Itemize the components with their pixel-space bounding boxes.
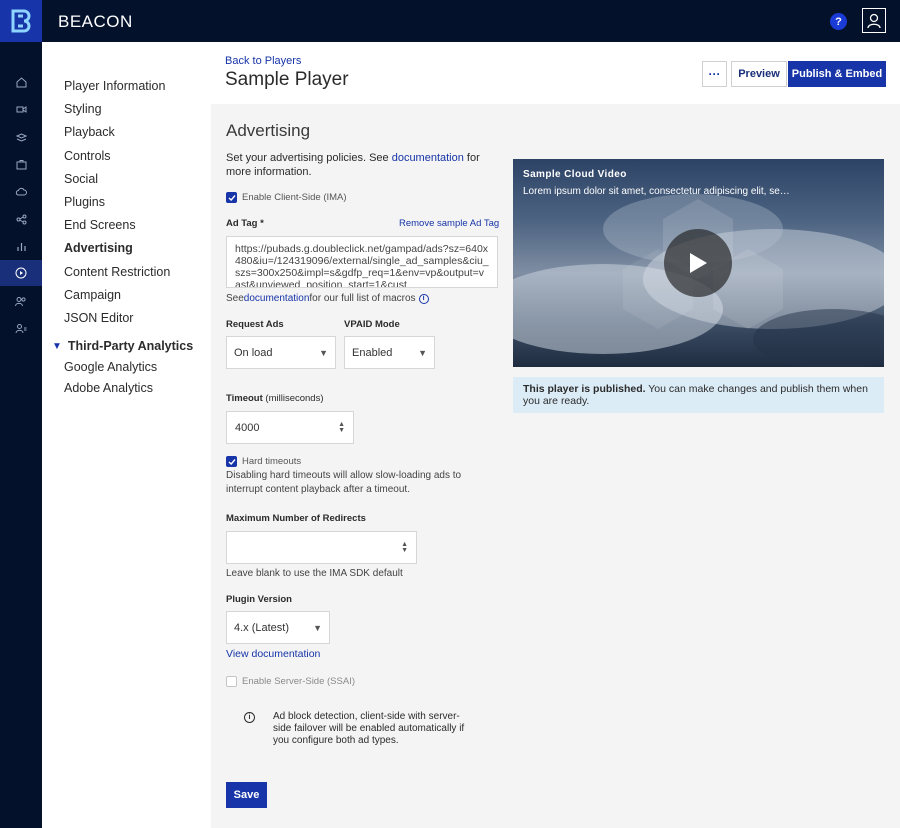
ad-block-note: Ad block detection, client-side with ser… xyxy=(273,711,465,746)
server-side-label: Enable Server-Side (SSAI) xyxy=(242,676,355,687)
nav-item-playback[interactable]: Playback xyxy=(64,125,115,139)
timeout-value: 4000 xyxy=(235,421,260,434)
nav-item-player-information[interactable]: Player Information xyxy=(64,79,165,93)
home-icon[interactable] xyxy=(0,69,42,95)
nav-group-third-party-analytics[interactable]: ▼ Third-Party Analytics xyxy=(52,339,193,353)
brand-name: BEACON xyxy=(58,12,133,31)
advertising-panel: Advertising Set your advertising policie… xyxy=(211,104,900,828)
nav-item-campaign[interactable]: Campaign xyxy=(64,288,121,302)
macros-prefix: See xyxy=(226,293,244,304)
request-ads-label: Request Ads xyxy=(226,319,284,330)
client-side-checkbox[interactable] xyxy=(226,192,237,203)
hard-timeouts-help: Disabling hard timeouts will allow slow-… xyxy=(226,470,462,495)
vpaid-mode-select[interactable]: Enabled ▼ xyxy=(344,336,435,369)
nav-item-json-editor[interactable]: JSON Editor xyxy=(64,311,133,325)
more-options-button[interactable]: ··· xyxy=(702,61,727,87)
plugin-version-select[interactable]: 4.x (Latest) ▼ xyxy=(226,611,330,644)
macros-help: See documentation for our full list of m… xyxy=(226,293,429,304)
ad-tag-textarea[interactable]: https://pubads.g.doubleclick.net/gampad/… xyxy=(226,236,498,288)
nav-item-advertising[interactable]: Advertising xyxy=(64,241,133,255)
play-icon xyxy=(690,253,707,273)
stepper-arrows-icon[interactable]: ▲ ▼ xyxy=(338,421,345,434)
dropdown-arrow-icon: ▼ xyxy=(319,347,328,358)
section-title: Advertising xyxy=(226,121,311,140)
back-to-players-link[interactable]: Back to Players xyxy=(225,55,301,67)
help-button[interactable]: ? xyxy=(830,13,847,30)
nav-item-adobe-analytics[interactable]: Adobe Analytics xyxy=(64,381,153,395)
video-description: Lorem ipsum dolor sit amet, consectetur … xyxy=(523,186,790,197)
plugin-version-value: 4.x (Latest) xyxy=(234,621,290,634)
hard-timeouts-checkbox[interactable] xyxy=(226,456,237,467)
view-documentation-link[interactable]: View documentation xyxy=(226,648,320,660)
plugin-version-label: Plugin Version xyxy=(226,594,292,605)
top-bar: BEACON ? xyxy=(0,0,900,42)
briefcase-icon[interactable] xyxy=(0,151,42,177)
user-icon xyxy=(867,13,881,28)
client-side-label: Enable Client-Side (IMA) xyxy=(242,192,347,203)
timeout-label: Timeout (milliseconds) xyxy=(226,393,324,404)
layers-icon[interactable] xyxy=(0,124,42,150)
published-bold: This player is published. xyxy=(523,383,646,395)
chevron-down-icon: ▼ xyxy=(52,340,62,352)
nav-item-social[interactable]: Social xyxy=(64,172,98,186)
nav-item-google-analytics[interactable]: Google Analytics xyxy=(64,360,157,374)
intro-documentation-link[interactable]: documentation xyxy=(392,152,464,164)
check-icon xyxy=(228,194,236,201)
hard-timeouts-checkbox-row[interactable]: Hard timeouts xyxy=(226,456,301,467)
timeout-unit: (milliseconds) xyxy=(265,393,324,404)
published-notice: This player is published. You can make c… xyxy=(513,377,884,413)
nav-item-plugins[interactable]: Plugins xyxy=(64,195,105,209)
user-account-button[interactable] xyxy=(862,8,886,33)
hard-timeouts-label: Hard timeouts xyxy=(242,456,302,467)
max-redirects-help: Leave blank to use the IMA SDK default xyxy=(226,568,403,579)
publish-embed-button[interactable]: Publish & Embed xyxy=(788,61,886,87)
dropdown-arrow-icon: ▼ xyxy=(418,347,427,358)
analytics-icon[interactable] xyxy=(0,233,42,259)
request-ads-select[interactable]: On load ▼ xyxy=(226,336,336,369)
nav-item-end-screens[interactable]: End Screens xyxy=(64,218,136,232)
intro-text: Set your advertising policies. See docum… xyxy=(226,151,496,179)
max-redirects-input[interactable]: ▲ ▼ xyxy=(226,531,417,564)
player-settings-nav: Player Information Styling Playback Cont… xyxy=(42,42,211,828)
save-button[interactable]: Save xyxy=(226,782,267,808)
users-icon[interactable] xyxy=(0,288,42,314)
nav-item-controls[interactable]: Controls xyxy=(64,149,111,163)
page-title: Sample Player xyxy=(225,69,349,90)
nav-item-styling[interactable]: Styling xyxy=(64,102,102,116)
ad-tag-label: Ad Tag * xyxy=(226,218,264,229)
video-player-preview[interactable]: Sample Cloud Video Lorem ipsum dolor sit… xyxy=(513,159,884,367)
macros-documentation-link[interactable]: documentation xyxy=(244,293,310,304)
max-redirects-label: Maximum Number of Redirects xyxy=(226,513,366,524)
dropdown-arrow-icon: ▼ xyxy=(313,622,322,633)
beacon-logo-icon[interactable] xyxy=(0,0,42,42)
user-settings-icon[interactable] xyxy=(0,315,42,341)
stepper-arrows-icon[interactable]: ▲ ▼ xyxy=(401,541,408,554)
check-icon xyxy=(228,458,236,465)
server-side-checkbox[interactable] xyxy=(226,676,237,687)
cloud-icon[interactable] xyxy=(0,178,42,204)
macros-suffix: for our full list of macros xyxy=(309,293,416,304)
client-side-checkbox-row[interactable]: Enable Client-Side (IMA) xyxy=(226,192,347,203)
info-icon[interactable]: i xyxy=(418,293,429,304)
icon-rail xyxy=(0,42,42,828)
page-header: Back to Players Sample Player ··· Previe… xyxy=(211,42,900,104)
video-icon[interactable] xyxy=(0,96,42,122)
video-title: Sample Cloud Video xyxy=(523,169,627,180)
intro-prefix: Set your advertising policies. See xyxy=(226,152,392,164)
timeout-label-text: Timeout xyxy=(226,393,263,404)
nav-group-label: Third-Party Analytics xyxy=(67,339,194,353)
request-ads-value: On load xyxy=(234,346,273,359)
timeout-input[interactable]: 4000 ▲ ▼ xyxy=(226,411,354,444)
play-button[interactable] xyxy=(664,229,732,297)
share-icon[interactable] xyxy=(0,206,42,232)
vpaid-mode-value: Enabled xyxy=(352,346,393,359)
preview-button[interactable]: Preview xyxy=(731,61,787,87)
server-side-checkbox-row[interactable]: Enable Server-Side (SSAI) xyxy=(226,676,355,687)
info-icon: i xyxy=(244,712,255,723)
vpaid-mode-label: VPAID Mode xyxy=(344,319,400,330)
remove-sample-ad-tag-link[interactable]: Remove sample Ad Tag xyxy=(399,218,499,229)
nav-item-content-restriction[interactable]: Content Restriction xyxy=(64,265,170,279)
player-icon[interactable] xyxy=(0,260,42,286)
